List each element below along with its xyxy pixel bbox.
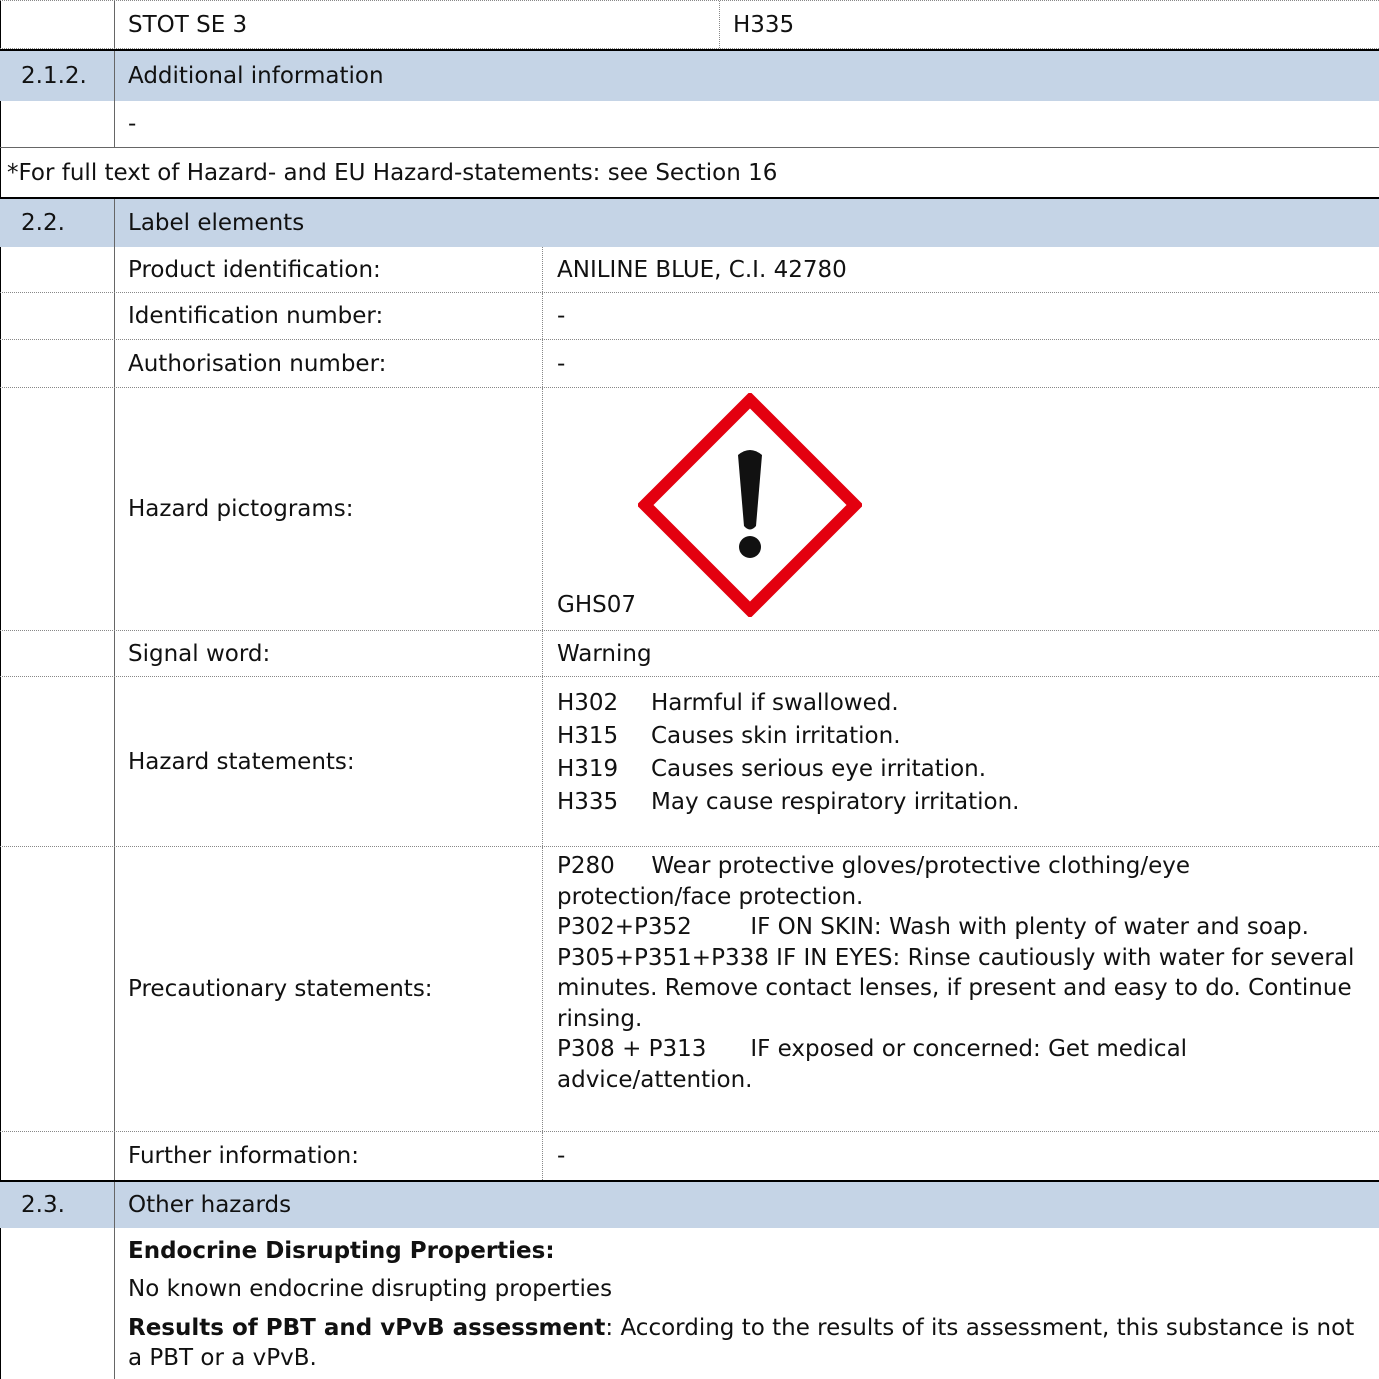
pbt-heading: Results of PBT and vPvB assessment — [128, 1315, 606, 1341]
authorisation-number-value: - — [557, 350, 566, 377]
precautionary-statement: P302+P352 IF ON SKIN: Wash with plenty o… — [557, 914, 1309, 940]
section-title: Label elements — [128, 210, 305, 236]
footnote-row: *For full text of Hazard- and EU Hazard-… — [0, 147, 1379, 197]
product-identification-label: Product identification: — [128, 256, 381, 283]
endocrine-heading: Endocrine Disrupting Properties: — [128, 1238, 555, 1264]
pictogram-code: GHS07 — [557, 592, 636, 618]
authorisation-number-row: Authorisation number: - — [0, 340, 1379, 388]
section-number: 2.2. — [21, 210, 65, 236]
product-identification-value: ANILINE BLUE, C.I. 42780 — [557, 256, 847, 283]
hazard-statement: H335 May cause respiratory irritation. — [557, 789, 1020, 815]
signal-word-label: Signal word: — [128, 640, 271, 667]
additional-info-value: - — [128, 111, 137, 137]
further-information-row: Further information: - — [0, 1132, 1379, 1180]
identification-number-value: - — [557, 303, 566, 329]
section-number: 2.1.2. — [21, 63, 87, 89]
authorisation-number-label: Authorisation number: — [128, 350, 387, 377]
classification-row: STOT SE 3 H335 — [0, 0, 1379, 49]
hazard-statement: H315 Causes skin irritation. — [557, 723, 901, 749]
classification-hcode: H335 — [733, 11, 795, 38]
section-title: Other hazards — [128, 1192, 292, 1218]
further-information-value: - — [557, 1143, 566, 1169]
further-information-label: Further information: — [128, 1143, 360, 1169]
precautionary-statements-list: P280 Wear protective gloves/protective c… — [557, 851, 1377, 1095]
product-identification-row: Product identification: ANILINE BLUE, C.… — [0, 247, 1379, 293]
hazard-statement: H319 Causes serious eye irritation. — [557, 756, 987, 782]
section-number: 2.3. — [21, 1192, 65, 1218]
footnote-text: *For full text of Hazard- and EU Hazard-… — [7, 159, 778, 186]
precautionary-statements-label: Precautionary statements: — [128, 976, 433, 1002]
hazard-pictograms-row: Hazard pictograms: GHS07 — [0, 388, 1379, 631]
section-header-2-1-2: 2.1.2. Additional information — [0, 49, 1379, 101]
precautionary-statements-row: Precautionary statements: P280 Wear prot… — [0, 847, 1379, 1132]
pbt-paragraph: Results of PBT and vPvB assessment: Acco… — [128, 1313, 1363, 1373]
hazard-statements-list: H302 Harmful if swallowed. H315 Causes ski… — [557, 683, 1019, 822]
section-header-2-2: 2.2. Label elements — [0, 197, 1379, 247]
identification-number-label: Identification number: — [128, 303, 384, 329]
identification-number-row: Identification number: - — [0, 293, 1379, 340]
exclamation-mark-diamond-icon — [638, 393, 862, 617]
precautionary-statement: P305+P351+P338 IF IN EYES: Rinse cautiou… — [557, 944, 1355, 1032]
hazard-statements-row: Hazard statements: H302 Harmful if swallo… — [0, 677, 1379, 847]
endocrine-text: No known endocrine disrupting properties — [128, 1276, 613, 1302]
hazard-pictograms-label: Hazard pictograms: — [128, 496, 354, 522]
section-title: Additional information — [128, 63, 384, 89]
section-header-2-3: 2.3. Other hazards — [0, 1180, 1379, 1228]
precautionary-statement: P280 Wear protective gloves/protective c… — [557, 853, 1191, 910]
hazard-statement: H302 Harmful if swallowed. — [557, 690, 899, 716]
additional-info-row: - — [0, 101, 1379, 147]
signal-word-value: Warning — [557, 640, 652, 667]
other-hazards-content: Endocrine Disrupting Properties: No know… — [0, 1228, 1379, 1379]
signal-word-row: Signal word: Warning — [0, 631, 1379, 677]
precautionary-statement: P308 + P313 IF exposed or concerned: Get… — [557, 1036, 1188, 1093]
classification-class: STOT SE 3 — [128, 11, 248, 38]
hazard-statements-label: Hazard statements: — [128, 748, 355, 775]
